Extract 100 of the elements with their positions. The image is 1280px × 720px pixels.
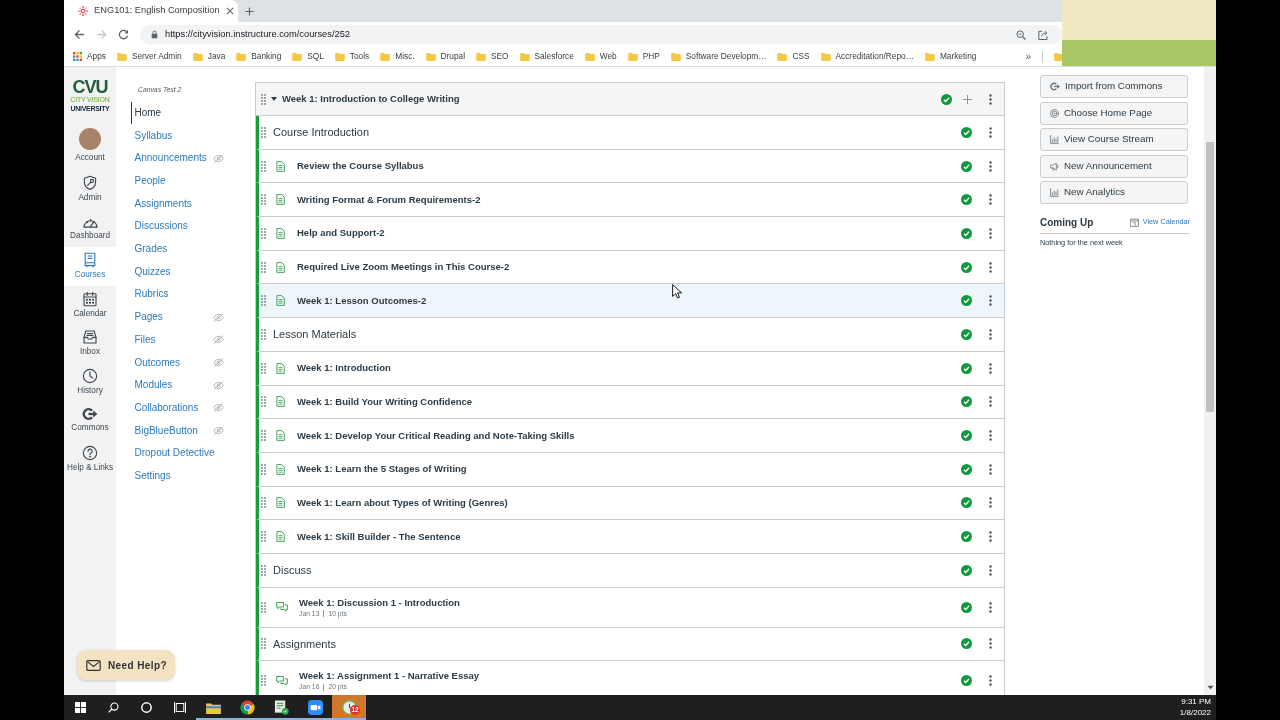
module-item-link[interactable]: Required Live Zoom Meetings in This Course-2 (297, 261, 510, 274)
bookmark-folder[interactable]: SQL (292, 50, 324, 63)
bookmark-folder[interactable]: Web (584, 50, 617, 63)
kebab-menu-icon[interactable] (989, 497, 992, 509)
published-check-icon[interactable] (961, 328, 972, 340)
course-nav-link[interactable]: Discussions (131, 215, 224, 238)
drag-handle-icon[interactable] (261, 430, 266, 442)
module-item-link[interactable]: Week 1: Develop Your Critical Reading and Note-Taking Skills (297, 429, 575, 442)
bookmark-folder[interactable]: CSS (777, 50, 810, 63)
drag-handle-icon[interactable] (261, 194, 266, 206)
published-check-icon[interactable] (961, 194, 972, 206)
course-nav-link[interactable]: Settings (131, 464, 224, 488)
drag-handle-icon[interactable] (261, 362, 266, 374)
course-nav-link[interactable]: Syllabus (131, 124, 224, 147)
task-view-icon[interactable] (173, 702, 186, 713)
drag-handle-icon[interactable] (261, 531, 266, 543)
sidebar-button[interactable]: View Course Stream (1040, 128, 1188, 151)
bookmark-folder[interactable]: Drupal (425, 50, 466, 63)
drag-handle-icon[interactable] (261, 638, 266, 650)
windows-logo-icon[interactable] (75, 702, 86, 713)
bookmark-folder[interactable]: Accreditation/Repo… (820, 50, 914, 63)
sidebar-button[interactable]: Import from Commons (1040, 75, 1188, 98)
module-item-link[interactable]: Week 1: Introduction (297, 362, 391, 375)
published-check-icon[interactable] (961, 261, 972, 273)
new-tab-icon[interactable] (245, 6, 254, 16)
module-item-link[interactable]: Week 1: Lesson Outcomes-2 (297, 294, 427, 307)
module-item-link[interactable]: Week 1: Skill Builder - The Sentence (297, 530, 461, 543)
published-check-icon[interactable] (941, 93, 952, 105)
drag-handle-icon[interactable] (261, 601, 266, 613)
global-nav-link[interactable]: Help & Links (64, 439, 116, 478)
module-item-link[interactable]: Review the Course Syllabus (297, 160, 424, 173)
module-item-link[interactable]: Week 1: Learn the 5 Stages of Writing (297, 463, 467, 476)
published-check-icon[interactable] (961, 531, 972, 543)
ring-icon[interactable] (141, 702, 152, 713)
course-nav-link[interactable]: Announcements (131, 146, 224, 170)
global-nav-link[interactable]: Commons (64, 401, 116, 440)
kebab-menu-icon[interactable] (989, 160, 992, 172)
drag-handle-icon[interactable] (261, 261, 266, 273)
published-check-icon[interactable] (961, 497, 972, 509)
scroll-down-arrow-icon[interactable] (1206, 685, 1214, 690)
apps-bookmark[interactable]: Apps (73, 50, 106, 63)
search-icon[interactable] (108, 702, 119, 713)
bookmark-folder[interactable]: Banking (236, 50, 282, 63)
course-nav-link[interactable]: Pages (131, 305, 224, 329)
scrollbar-thumb[interactable] (1206, 142, 1214, 412)
published-check-icon[interactable] (961, 227, 972, 239)
bookmark-folder[interactable]: SEO (476, 50, 509, 63)
kebab-menu-icon[interactable] (989, 564, 992, 576)
course-nav-link[interactable]: People (131, 169, 224, 193)
drag-handle-icon[interactable] (261, 295, 266, 307)
global-nav-link[interactable]: Calendar (64, 285, 116, 324)
drag-handle-icon[interactable] (261, 126, 266, 138)
published-check-icon[interactable] (961, 295, 972, 307)
module-item-link[interactable]: Writing Format & Forum Requirements-2 (297, 193, 481, 206)
global-nav-link[interactable]: Dashboard (64, 208, 116, 247)
browser-tab[interactable]: ENG101: English Composition (64, 0, 238, 22)
bookmark-folder[interactable]: Salesforce (519, 50, 574, 63)
bookmark-folder[interactable]: Server Admin (116, 50, 182, 63)
kebab-menu-icon[interactable] (989, 638, 992, 650)
kebab-menu-icon[interactable] (989, 328, 992, 340)
published-check-icon[interactable] (961, 362, 972, 374)
module-item-link[interactable]: Week 1: Build Your Writing Confidence (297, 395, 473, 408)
kebab-menu-icon[interactable] (989, 362, 992, 374)
sidebar-button[interactable]: New Announcement (1040, 154, 1188, 178)
kebab-menu-icon[interactable] (989, 430, 992, 442)
address-bar[interactable]: https://cityvision.instructure.com/courses/252 (140, 25, 1062, 44)
bookmark-folder[interactable]: Misc. (380, 50, 415, 63)
caret-down-icon[interactable] (271, 97, 277, 101)
module-item-link[interactable]: Week 1: Assignment 1 - Narrative Essay (299, 670, 480, 683)
sidebar-button[interactable]: New Analytics (1040, 181, 1188, 204)
bookmark-folder[interactable]: Marketing (924, 50, 977, 63)
sidebar-button[interactable]: Choose Home Page (1040, 101, 1188, 125)
module-item-link[interactable]: Week 1: Learn about Types of Writing (Genres) (297, 496, 508, 509)
course-nav-link[interactable]: Files (131, 328, 224, 352)
add-icon[interactable] (963, 94, 972, 104)
published-check-icon[interactable] (961, 396, 972, 408)
course-nav-link[interactable]: Rubrics (131, 283, 224, 306)
published-check-icon[interactable] (961, 601, 972, 613)
kebab-menu-icon[interactable] (989, 93, 992, 105)
course-nav-link[interactable]: Grades (131, 237, 224, 261)
published-check-icon[interactable] (961, 160, 972, 172)
course-nav-link[interactable]: Assignments (131, 192, 224, 216)
drag-handle-icon[interactable] (261, 675, 266, 687)
published-check-icon[interactable] (961, 126, 972, 138)
global-nav-link[interactable]: Account (64, 115, 116, 170)
published-check-icon[interactable] (961, 463, 972, 475)
bookmark-folder[interactable]: PHP (627, 50, 660, 63)
drag-handle-icon[interactable] (261, 93, 266, 105)
published-check-icon[interactable] (961, 638, 972, 650)
bookmark-folder[interactable]: Software Developm… (670, 50, 767, 63)
kebab-menu-icon[interactable] (989, 463, 992, 475)
kebab-menu-icon[interactable] (989, 531, 992, 543)
magnifier-icon[interactable] (1016, 29, 1026, 40)
back-icon[interactable] (74, 29, 85, 40)
course-nav-link[interactable]: Quizzes (131, 260, 224, 284)
course-nav-link[interactable]: Dropout Detective (131, 441, 224, 465)
module-item-link[interactable]: Help and Support-2 (297, 227, 385, 240)
global-nav-link[interactable]: Inbox (64, 324, 116, 363)
bookmarks-overflow-button[interactable]: » (1025, 51, 1031, 62)
need-help-button[interactable]: Need Help? (77, 650, 175, 680)
